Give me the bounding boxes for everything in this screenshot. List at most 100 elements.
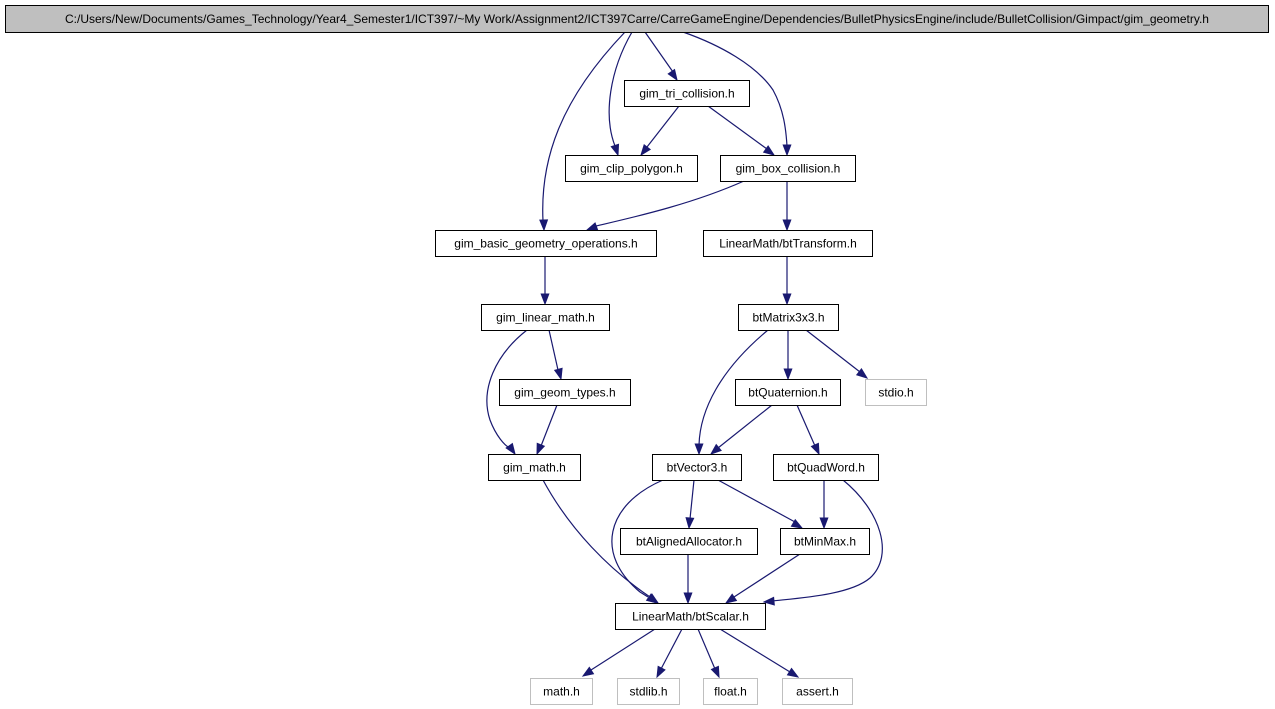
node-label: math.h: [543, 685, 580, 699]
edge-line: [717, 479, 796, 523]
edge-line: [805, 329, 861, 373]
node-matrix[interactable]: btMatrix3x3.h: [738, 304, 839, 331]
edge-line: [697, 628, 716, 670]
edge-arrowhead: [819, 517, 829, 530]
node-stdlib[interactable]: stdlib.h: [617, 678, 680, 705]
node-label: gim_linear_math.h: [496, 311, 595, 325]
node-root: C:/Users/New/Documents/Games_Technology/…: [5, 5, 1269, 33]
edge-arrowhead: [782, 293, 792, 306]
node-label: gim_math.h: [503, 461, 566, 475]
edge-basic-to-linear: [540, 256, 550, 306]
edge-arrowhead: [505, 442, 516, 456]
edge-arrowhead: [585, 222, 599, 231]
edge-arrowhead: [782, 144, 792, 157]
node-stdio[interactable]: stdio.h: [865, 379, 927, 406]
node-label: gim_basic_geometry_operations.h: [454, 237, 637, 251]
node-label: btQuadWord.h: [787, 461, 865, 475]
edge-quat-to-quadword: [796, 404, 820, 456]
edge-arrowhead: [694, 443, 704, 456]
edge-vec3-to-minmax: [717, 479, 804, 529]
edge-line: [646, 105, 680, 148]
edge-scalar-to-stdlib: [656, 628, 683, 679]
node-label: C:/Users/New/Documents/Games_Technology/…: [65, 12, 1209, 26]
edge-scalar-to-assert: [719, 628, 800, 678]
edge-vec3-to-aligned: [685, 479, 695, 530]
node-label: gim_tri_collision.h: [639, 87, 734, 101]
node-label: stdlib.h: [629, 685, 667, 699]
node-vec3[interactable]: btVector3.h: [652, 454, 742, 481]
edge-line: [707, 105, 768, 150]
edge-arrowhead: [783, 368, 793, 381]
edge-arrowhead: [536, 442, 546, 456]
edges-layer: [486, 31, 883, 679]
edge-arrowhead: [656, 665, 666, 679]
edge-arrowhead: [581, 666, 595, 677]
node-label: LinearMath/btScalar.h: [632, 610, 749, 624]
edge-box-to-basic: [585, 180, 745, 231]
edge-arrowhead: [539, 219, 549, 232]
edge-arrowhead: [640, 143, 652, 157]
node-label: btQuaternion.h: [748, 386, 827, 400]
edge-line: [590, 628, 656, 671]
edge-scalar-to-float: [697, 628, 720, 679]
edge-tri-to-clip: [640, 105, 680, 157]
node-math[interactable]: math.h: [530, 678, 593, 705]
node-clip[interactable]: gim_clip_polygon.h: [565, 155, 698, 182]
edge-geomtypes-to-gmath: [536, 404, 558, 456]
edge-line: [717, 404, 773, 449]
node-label: gim_clip_polygon.h: [580, 162, 683, 176]
edge-arrowhead: [786, 667, 800, 678]
node-label: btAlignedAllocator.h: [636, 535, 742, 549]
node-label: btMinMax.h: [794, 535, 856, 549]
node-label: gim_geom_types.h: [514, 386, 615, 400]
edge-matrix-to-stdio: [805, 329, 869, 379]
node-linear[interactable]: gim_linear_math.h: [481, 304, 610, 331]
edge-arrowhead: [710, 665, 720, 679]
node-quadword[interactable]: btQuadWord.h: [773, 454, 879, 481]
edge-aligned-to-scalar: [683, 554, 693, 605]
edge-line: [719, 628, 791, 673]
node-label: float.h: [714, 685, 747, 699]
edge-arrowhead: [810, 442, 820, 456]
edge-line: [595, 180, 745, 227]
edge-tri-to-box: [707, 105, 776, 156]
edge-linear-to-geomtypes: [548, 329, 563, 381]
edge-arrowhead: [685, 517, 695, 530]
node-assert[interactable]: assert.h: [782, 678, 853, 705]
include-dependency-graph: C:/Users/New/Documents/Games_Technology/…: [5, 5, 1269, 705]
node-label: gim_box_collision.h: [736, 162, 841, 176]
edge-arrowhead: [667, 68, 678, 82]
edge-line: [733, 553, 801, 598]
node-label: assert.h: [796, 685, 839, 699]
node-basic[interactable]: gim_basic_geometry_operations.h: [435, 230, 657, 257]
node-tri[interactable]: gim_tri_collision.h: [624, 80, 750, 107]
node-label: stdio.h: [878, 386, 913, 400]
node-gmath[interactable]: gim_math.h: [488, 454, 581, 481]
edge-box-to-transform: [782, 181, 792, 232]
node-label: btVector3.h: [667, 461, 728, 475]
node-float[interactable]: float.h: [703, 678, 758, 705]
node-scalar[interactable]: LinearMath/btScalar.h: [615, 603, 766, 630]
edge-quat-to-vec3: [709, 404, 773, 455]
node-box[interactable]: gim_box_collision.h: [720, 155, 856, 182]
node-minmax[interactable]: btMinMax.h: [780, 528, 870, 555]
nodes-layer: C:/Users/New/Documents/Games_Technology/…: [5, 5, 1269, 705]
node-quat[interactable]: btQuaternion.h: [735, 379, 841, 406]
edge-arrowhead: [610, 143, 620, 157]
node-label: btMatrix3x3.h: [752, 311, 824, 325]
edge-scalar-to-math: [581, 628, 656, 677]
edge-arrowhead: [553, 367, 563, 381]
edge-line: [796, 404, 816, 447]
node-transform[interactable]: LinearMath/btTransform.h: [703, 230, 873, 257]
edge-line: [540, 404, 558, 447]
edge-line: [644, 31, 674, 73]
edge-matrix-to-quat: [783, 330, 793, 381]
node-geomtypes[interactable]: gim_geom_types.h: [499, 379, 631, 406]
edge-transform-to-matrix: [782, 256, 792, 306]
edge-arrowhead: [540, 293, 550, 306]
edge-minmax-to-scalar: [724, 553, 801, 604]
edge-line: [689, 479, 695, 520]
edge-root-to-tri: [644, 31, 678, 82]
node-aligned[interactable]: btAlignedAllocator.h: [620, 528, 758, 555]
edge-arrowhead: [782, 219, 792, 232]
